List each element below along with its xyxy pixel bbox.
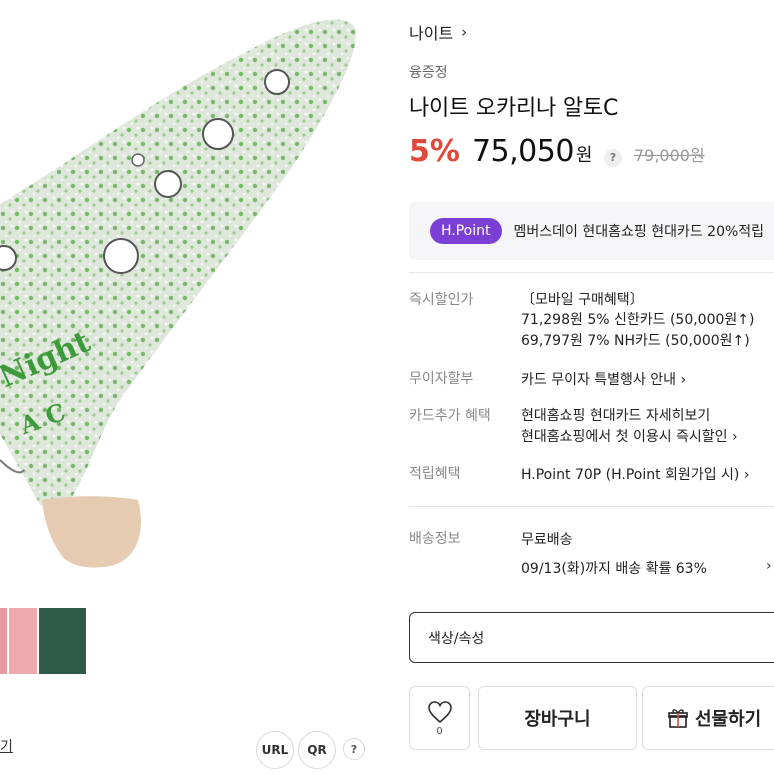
cart-button[interactable]: 장바구니 bbox=[478, 686, 637, 750]
heart-icon bbox=[427, 700, 452, 723]
brand-name: 나이트 bbox=[409, 24, 454, 43]
installment-label: 무이자할부 bbox=[409, 371, 474, 387]
divider bbox=[409, 506, 774, 507]
installment-link[interactable]: 카드 무이자 특별행사 안내 › bbox=[521, 369, 686, 389]
url-share-button[interactable]: URL bbox=[256, 731, 294, 769]
sale-price: 75,050 원 bbox=[471, 134, 593, 169]
gift-button[interactable]: 선물하기 bbox=[642, 686, 774, 750]
promo-text: 멤버스데이 현대홈쇼핑 현대카드 20%적립 bbox=[513, 224, 765, 240]
instant-discount-line-1: 〔모바일 구매혜택〕 bbox=[521, 292, 644, 308]
promo-banner[interactable]: H.Point 멤버스데이 현대홈쇼핑 현대카드 20%적립 bbox=[409, 202, 774, 260]
price-row: 5% 75,050 원 ? 79,000원 bbox=[409, 134, 705, 169]
thumbnail-1[interactable] bbox=[0, 608, 7, 674]
chevron-right-icon: › bbox=[732, 429, 738, 445]
divider bbox=[409, 272, 774, 273]
share-help-button[interactable]: ? bbox=[343, 738, 365, 760]
thumbnail-3[interactable] bbox=[39, 608, 86, 674]
original-price: 79,000원 bbox=[633, 146, 705, 165]
card-extra-label: 카드추가 혜택 bbox=[409, 408, 491, 424]
brand-link[interactable]: 나이트 › bbox=[409, 20, 467, 44]
hpoint-badge: H.Point bbox=[430, 218, 502, 244]
card-extra-line-2[interactable]: 현대홈쇼핑에서 첫 이용시 즉시할인 › bbox=[521, 426, 738, 446]
gift-label: 선물하기 bbox=[695, 709, 762, 730]
like-count: 0 bbox=[436, 725, 443, 737]
image-more-link[interactable]: 기 bbox=[0, 736, 13, 756]
ocarina-image: Night A C bbox=[0, 19, 356, 568]
instant-discount-label: 즉시할인가 bbox=[409, 292, 474, 308]
instant-discount-line-2[interactable]: 71,298원 5% 신한카드 (50,000원↑) bbox=[521, 309, 754, 329]
option-select[interactable]: 색상/속성 bbox=[409, 612, 774, 663]
product-title: 나이트 오카리나 알토C bbox=[409, 96, 619, 121]
shipping-free: 무료배송 bbox=[521, 532, 573, 548]
gift-icon bbox=[668, 709, 688, 728]
like-button[interactable]: 0 bbox=[409, 686, 470, 750]
shipping-estimate[interactable]: 09/13(화)까지 배송 확률 63% bbox=[521, 558, 707, 578]
qr-share-button[interactable]: QR bbox=[298, 731, 336, 769]
instant-discount-line-3[interactable]: 69,797원 7% NH카드 (50,000원↑) bbox=[521, 330, 750, 350]
chevron-right-icon: › bbox=[680, 372, 687, 388]
price-help-icon[interactable]: ? bbox=[603, 148, 622, 167]
chevron-right-icon: › bbox=[461, 23, 468, 41]
points-link[interactable]: H.Point 70P (H.Point 회원가입 시) › bbox=[521, 464, 749, 484]
seller-name: 융증정 bbox=[409, 65, 448, 81]
chevron-right-icon: › bbox=[743, 467, 750, 483]
thumbnail-2[interactable] bbox=[9, 608, 37, 674]
card-extra-line-1[interactable]: 현대홈쇼핑 현대카드 자세히보기 bbox=[521, 405, 710, 425]
chevron-right-icon[interactable]: › bbox=[766, 558, 772, 574]
discount-rate: 5% bbox=[409, 134, 460, 169]
shipping-label: 배송정보 bbox=[409, 531, 461, 547]
product-main-image: Night A C bbox=[0, 0, 366, 576]
points-label: 적립혜택 bbox=[409, 466, 461, 482]
